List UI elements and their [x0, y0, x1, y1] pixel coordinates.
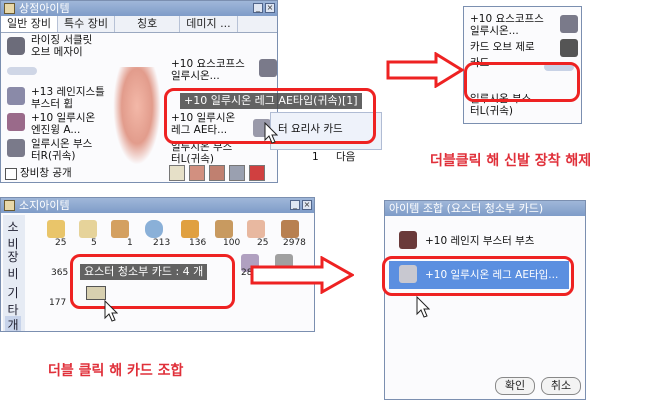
next-page-button[interactable]: 다음: [336, 151, 355, 163]
shop-item-3[interactable]: 일루시온 부스 터R(귀속): [31, 138, 92, 162]
item-count: 25: [257, 238, 269, 248]
item-count: 100: [223, 238, 241, 248]
tab-title[interactable]: 칭호: [115, 16, 181, 32]
shop-right-item-0[interactable]: +10 요스코프스 일루시온...: [171, 58, 245, 82]
tab-damage[interactable]: 데미지 ...: [180, 16, 238, 32]
inventory-highlight-box: [70, 254, 235, 309]
page-num-display: 1: [312, 151, 319, 163]
item-count: 2978: [283, 238, 306, 248]
scope-icon: [560, 15, 578, 33]
booster-icon: [7, 139, 25, 157]
shop-right-item-2[interactable]: 일루시온 부스 터L(귀속): [171, 141, 232, 165]
minimize-button[interactable]: _: [290, 200, 300, 210]
shop-window-icon: [4, 3, 15, 14]
item-slot-icon[interactable]: [215, 220, 233, 238]
item-count: 213: [153, 238, 171, 248]
tab-general[interactable]: 일반 장비: [1, 16, 58, 32]
close-button[interactable]: ×: [265, 3, 275, 13]
engine-wing-icon: [7, 113, 25, 131]
shop-title: 상점아이템: [19, 2, 70, 15]
placeholder-icon: [7, 67, 37, 75]
shop-item-2[interactable]: +10 일루시온 엔진윙 A...: [31, 112, 95, 136]
item-count: 177: [49, 298, 67, 308]
item-slot-icon[interactable]: [145, 220, 163, 238]
tab-special[interactable]: 특수 장비: [58, 16, 115, 32]
item-count: 5: [91, 238, 97, 248]
item-slot-icon[interactable]: [181, 220, 199, 238]
inventory-title: 소지아이템: [19, 199, 70, 212]
item-slot-icon[interactable]: [47, 220, 65, 238]
tab-consumable[interactable]: 소비: [5, 218, 21, 252]
tab-etc[interactable]: 기타: [5, 284, 21, 318]
shop-tabs: 일반 장비 특수 장비 칭호 데미지 ...: [1, 16, 277, 33]
inventory-grid-row1: [45, 220, 314, 246]
circlet-icon: [7, 37, 25, 55]
combine-highlight-box: [382, 256, 574, 296]
item-count: 1: [127, 238, 133, 248]
toolbar-icons: [169, 165, 277, 181]
inventory-titlebar[interactable]: 소지아이템 _ ×: [1, 198, 314, 213]
equip-public-label: 장비창 공개: [20, 167, 72, 179]
shop-titlebar[interactable]: 상점아이템 _ ×: [1, 1, 277, 16]
cursor-icon: [264, 122, 278, 144]
item-count: 25: [55, 238, 67, 248]
tool-icon[interactable]: [249, 165, 265, 181]
card-icon: [560, 39, 578, 57]
whip-icon: [7, 87, 25, 105]
inventory-window-icon: [4, 200, 15, 211]
cursor-icon: [416, 296, 430, 318]
item-count: 136: [189, 238, 207, 248]
combine-title: 아이템 조합 (요스터 청소부 카드): [389, 202, 544, 215]
unequip-annotation: 더블클릭 해 신발 장착 해제: [430, 153, 592, 169]
tab-personal[interactable]: 개: [5, 316, 21, 331]
panel-item-1[interactable]: 카드 오브 제로: [470, 41, 535, 53]
doc-icon[interactable]: [169, 165, 185, 181]
scope-icon: [259, 59, 277, 77]
combine-titlebar[interactable]: 아이템 조합 (요스터 청소부 카드): [385, 201, 585, 216]
cursor-icon: [104, 300, 118, 322]
equip-public-checkbox[interactable]: [5, 168, 17, 180]
character-sprite: [113, 67, 161, 165]
item-slot-icon[interactable]: [247, 220, 265, 238]
face-icon[interactable]: [189, 165, 205, 181]
close-button[interactable]: ×: [302, 200, 312, 210]
item-count: 365: [51, 268, 69, 278]
arrow-right-icon: [386, 52, 464, 88]
minimize-button[interactable]: _: [253, 3, 263, 13]
combine-window: 아이템 조합 (요스터 청소부 카드) +10 레인지 부스터 부츠 +10 일…: [384, 200, 586, 400]
shop-item-1[interactable]: +13 레인지스틀 부스터 휩: [31, 86, 105, 110]
panel-highlight-box: [464, 62, 580, 102]
boots-icon: [399, 231, 417, 249]
ok-button[interactable]: 확인: [495, 377, 535, 395]
arrow-right-icon: [250, 256, 354, 294]
shop-item-0[interactable]: 라이징 서클릿 오브 메자이: [31, 34, 92, 58]
item-slot-icon[interactable]: [281, 220, 299, 238]
cancel-button[interactable]: 취소: [541, 377, 581, 395]
robot-icon[interactable]: [229, 165, 245, 181]
combine-item-0[interactable]: +10 레인지 부스터 부츠: [425, 235, 534, 247]
panel-item-0[interactable]: +10 요스코프스 일루시온...: [470, 13, 544, 37]
face2-icon[interactable]: [209, 165, 225, 181]
tab-equipment[interactable]: 장비: [5, 248, 21, 282]
item-slot-icon[interactable]: [111, 220, 129, 238]
combine-annotation: 더블 클릭 해 카드 조합: [48, 363, 184, 379]
item-slot-icon[interactable]: [79, 220, 97, 238]
